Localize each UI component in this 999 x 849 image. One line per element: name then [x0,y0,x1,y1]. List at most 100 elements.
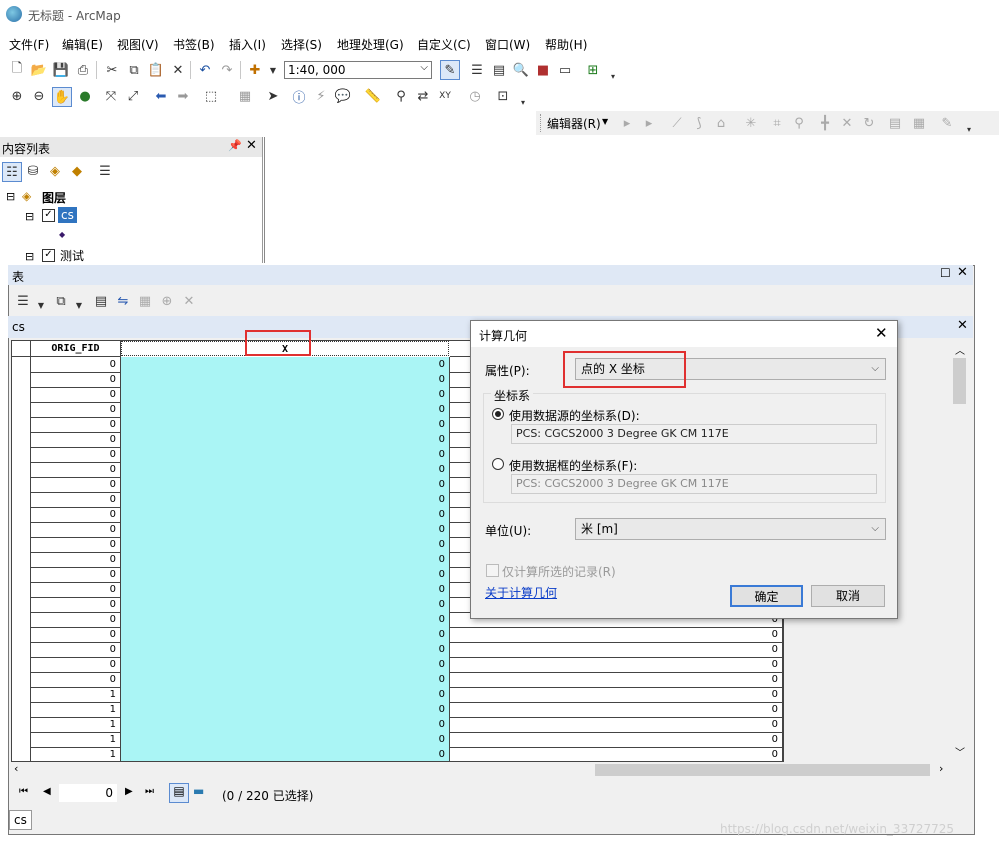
editor-menu[interactable]: 编辑器(R) [547,115,601,132]
row-selector[interactable] [12,732,31,747]
catalog-icon[interactable]: ▤ [490,61,508,79]
row-selector[interactable] [12,432,31,447]
cell-orig-fid[interactable]: 0 [31,597,121,612]
list-by-visibility-icon[interactable]: ◈ [46,162,64,180]
map-view[interactable] [264,137,999,263]
menu-file[interactable]: 文件(F) [9,36,49,53]
use-frame-cs-radio[interactable] [492,458,504,470]
cell-extra[interactable]: 0 [450,627,783,642]
clear-selection-icon[interactable]: ▦ [236,87,254,105]
cell-orig-fid[interactable]: 0 [31,462,121,477]
row-selector[interactable] [12,672,31,687]
cell-x[interactable]: 0 [121,702,450,717]
vertical-scrollbar[interactable]: ︿ ﹀ [951,340,969,760]
layers-root[interactable]: 图层 [42,189,66,206]
cell-extra[interactable]: 0 [450,672,783,687]
cell-x[interactable]: 0 [121,522,450,537]
cell-orig-fid[interactable]: 0 [31,372,121,387]
cell-x[interactable]: 0 [121,612,450,627]
table-row[interactable]: 000 [12,627,783,643]
cell-x[interactable]: 0 [121,417,450,432]
menu-edit[interactable]: 编辑(E) [62,36,103,53]
point-icon[interactable]: ✳ [742,114,760,132]
python-window-icon[interactable]: ▭ [556,61,574,79]
scroll-up-icon[interactable]: ︿ [955,342,965,357]
cell-x[interactable]: 0 [121,447,450,462]
menu-bookmarks[interactable]: 书签(B) [173,36,215,53]
save-icon[interactable]: 💾 [52,61,70,79]
row-selector[interactable] [12,462,31,477]
use-frame-cs-label[interactable]: 使用数据框的坐标系(F): [509,457,637,474]
delete-selected-icon[interactable]: ✕ [180,292,198,310]
scroll-thumb[interactable] [595,764,930,776]
cell-x[interactable]: 0 [121,402,450,417]
row-selector[interactable] [12,747,31,761]
cell-orig-fid[interactable]: 1 [31,732,121,747]
row-selector[interactable] [12,642,31,657]
cell-orig-fid[interactable]: 0 [31,552,121,567]
row-selector[interactable] [12,567,31,582]
row-selector[interactable] [12,492,31,507]
row-selector[interactable] [12,372,31,387]
show-selected-records-icon[interactable]: ▬ [193,784,204,798]
map-scale-combo[interactable]: 1:40, 000 ⌵ [284,61,432,79]
expand-icon[interactable]: ⊟ [25,250,34,263]
scroll-thumb[interactable] [953,358,966,404]
related-tables-icon[interactable]: ⧉ [52,292,70,310]
row-selector[interactable] [12,387,31,402]
undo-icon[interactable]: ↶ [196,61,214,79]
record-number-input[interactable]: 0 [59,784,117,802]
cell-x[interactable]: 0 [121,672,450,687]
copy-icon[interactable]: ⧉ [125,61,143,79]
cell-orig-fid[interactable]: 0 [31,447,121,462]
scroll-left-icon[interactable]: ‹ [14,762,18,775]
cell-x[interactable]: 0 [121,552,450,567]
bottom-table-tab[interactable]: cs [9,810,32,830]
use-source-cs-label[interactable]: 使用数据源的坐标系(D): [509,407,640,424]
next-record-icon[interactable]: ▶ [125,786,133,797]
use-source-cs-radio[interactable] [492,408,504,420]
cut-polygons-icon[interactable]: ╋ [816,114,834,132]
zoom-to-selected-icon[interactable]: ⊕ [158,292,176,310]
pan-hand-icon[interactable]: ✋ [52,87,72,107]
cell-x[interactable]: 0 [121,357,450,372]
cell-x[interactable]: 0 [121,642,450,657]
find-binoculars-icon[interactable]: ⚲ [392,87,410,105]
cell-orig-fid[interactable]: 1 [31,702,121,717]
menu-insert[interactable]: 插入(I) [229,36,266,53]
table-of-contents-icon[interactable]: ☰ [468,61,486,79]
cell-orig-fid[interactable]: 0 [31,357,121,372]
cell-orig-fid[interactable]: 0 [31,402,121,417]
create-viewer-icon[interactable]: ⊡ [494,87,512,105]
cell-x[interactable]: 0 [121,717,450,732]
table-row[interactable]: 100 [12,702,783,718]
selected-only-checkbox[interactable] [486,564,499,577]
rotate-icon[interactable]: ↻ [860,114,878,132]
cell-x[interactable]: 0 [121,567,450,582]
html-popup-icon[interactable]: 💬 [334,87,352,105]
clear-selection-icon[interactable]: ▦ [136,292,154,310]
row-selector[interactable] [12,447,31,462]
menu-geoprocessing[interactable]: 地理处理(G) [337,36,404,53]
cell-orig-fid[interactable]: 0 [31,507,121,522]
row-selector[interactable] [12,477,31,492]
toolbar-options-icon[interactable]: ▾ [514,93,532,111]
measure-icon[interactable]: 📏 [364,87,382,105]
paste-icon[interactable]: 📋 [147,61,165,79]
layer-visibility-checkbox[interactable]: ✓ [42,249,55,262]
identify-icon[interactable]: ⓘ [290,87,308,106]
table-options-icon[interactable]: ☰ [14,292,32,310]
fixed-zoom-in-icon[interactable]: ⤧ [102,87,120,105]
row-selector[interactable] [12,582,31,597]
row-selector[interactable] [12,657,31,672]
cell-x[interactable]: 0 [121,582,450,597]
show-all-records-icon[interactable]: ▤ [169,783,189,803]
cell-x[interactable]: 0 [121,687,450,702]
menu-windows[interactable]: 窗口(W) [485,36,530,53]
row-selector[interactable] [12,687,31,702]
cell-orig-fid[interactable]: 0 [31,657,121,672]
print-icon[interactable]: ⎙ [74,61,92,79]
zoom-in-icon[interactable]: ⊕ [8,87,26,105]
cell-x[interactable]: 0 [121,387,450,402]
select-features-icon[interactable]: ⬚ [202,87,220,105]
